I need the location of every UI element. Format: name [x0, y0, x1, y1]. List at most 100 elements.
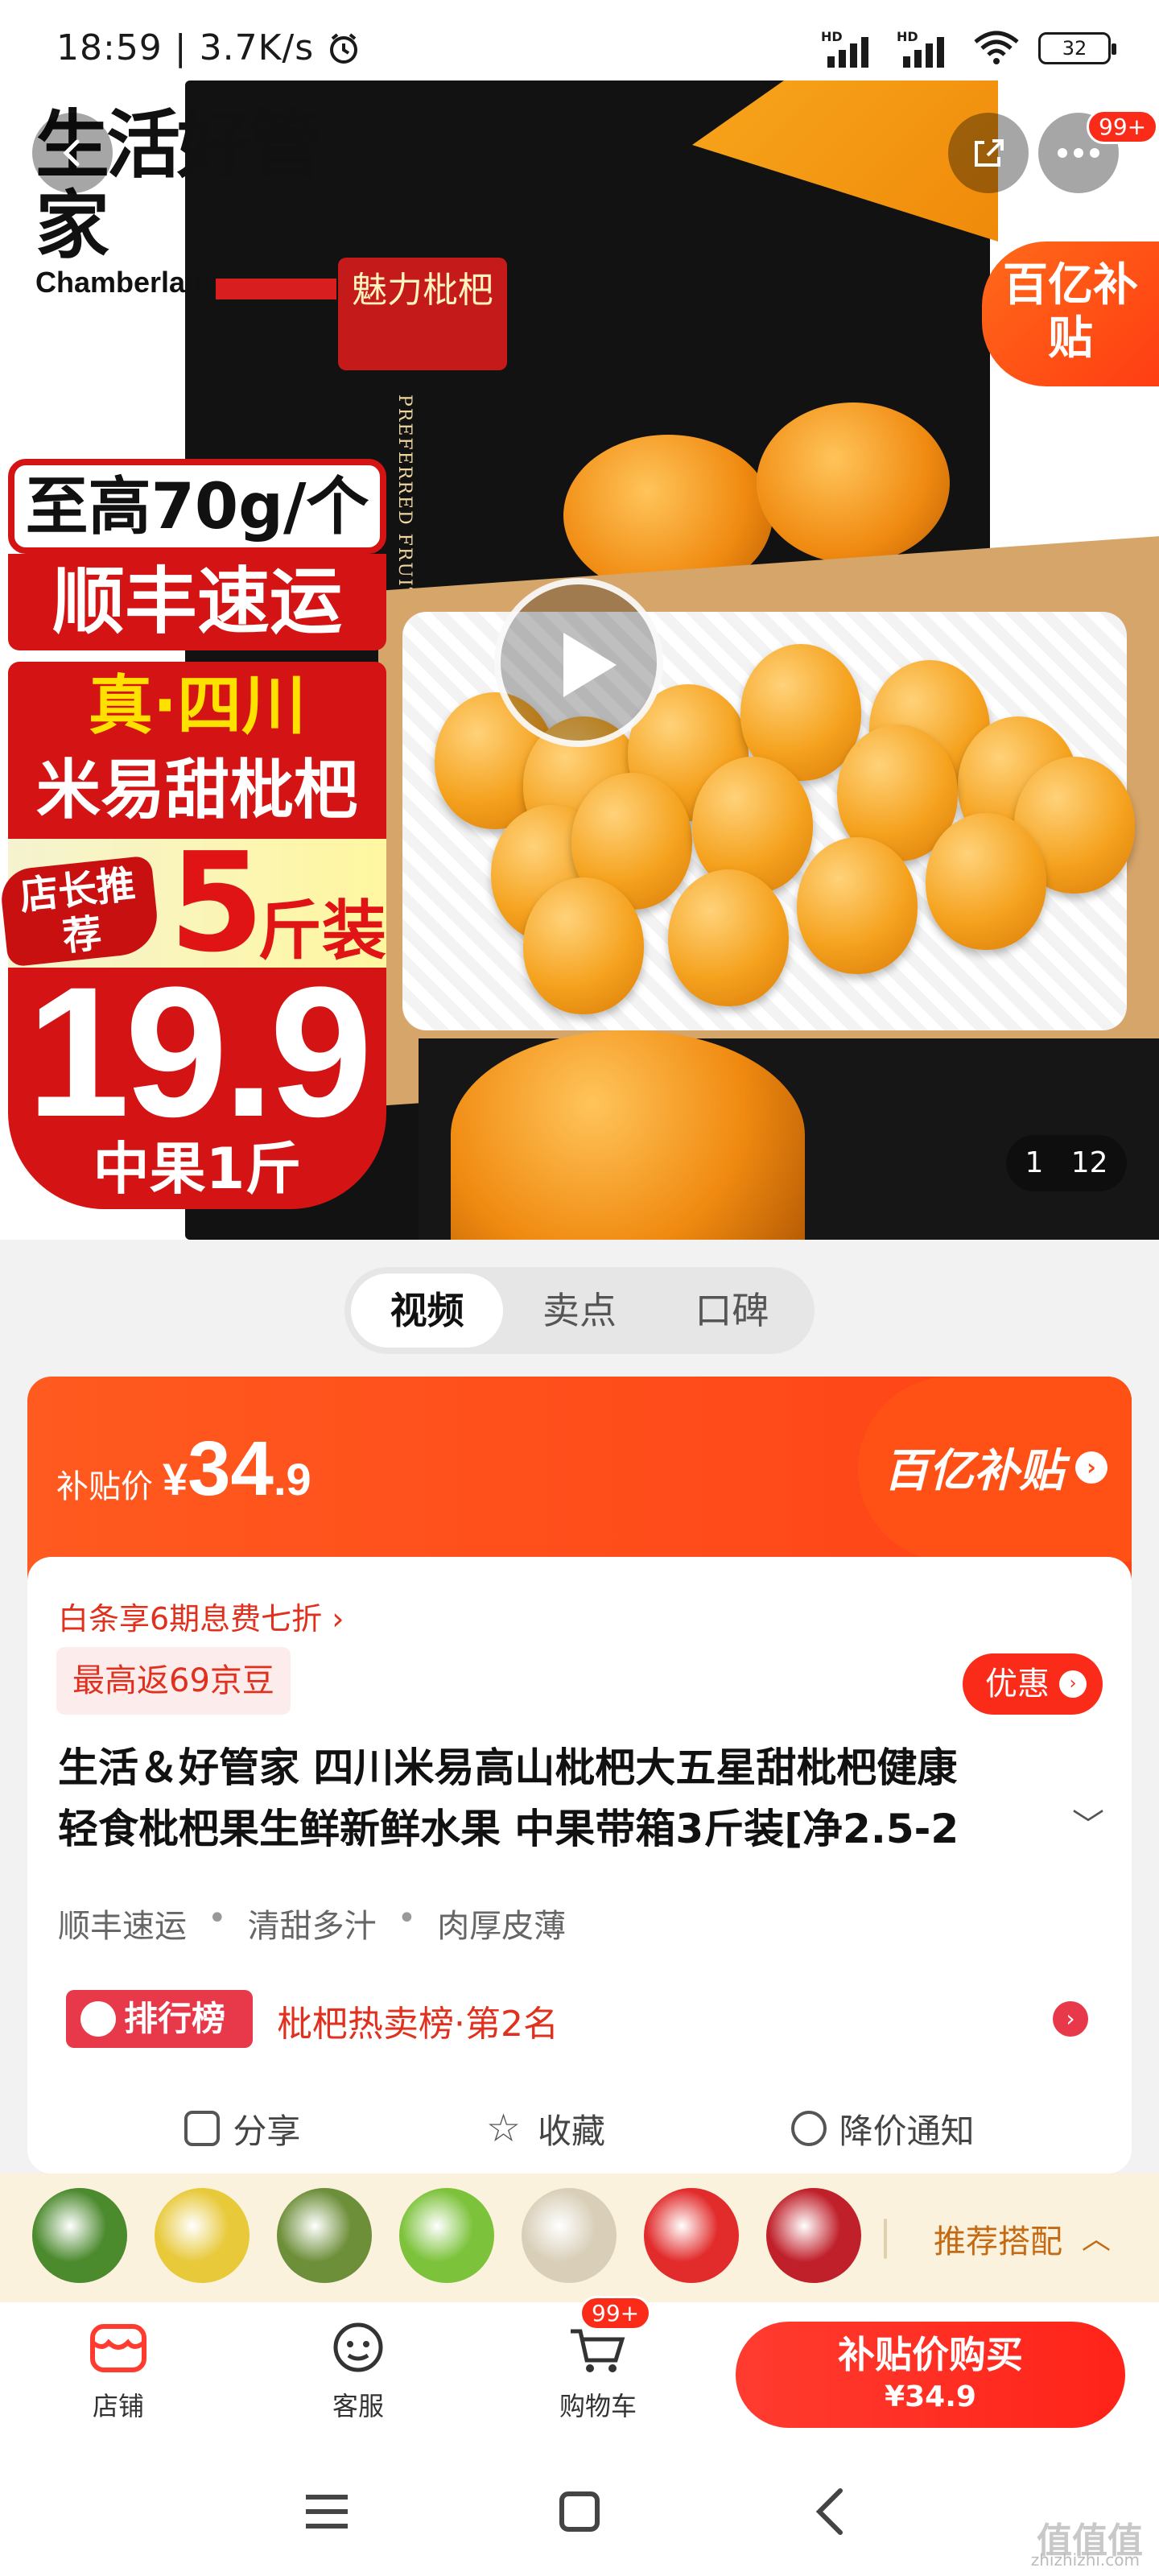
box-front-fruit: [451, 1030, 805, 1240]
recommend-thumb[interactable]: [277, 2188, 372, 2283]
recommend-thumb[interactable]: [522, 2188, 617, 2283]
recommend-thumb[interactable]: [399, 2188, 494, 2283]
tag-item: 肉厚皮薄: [437, 1908, 567, 1945]
promo-overlay: 至高70g/个 顺丰速运 真·四川 米易甜枇杷 店长推荐 5 斤装 19.9 中…: [0, 459, 386, 1209]
product-tags: 顺丰速运 • 清甜多汁 • 肉厚皮薄: [58, 1900, 566, 1946]
product-page: 魅力枇杷 PREFERRED FRUIT LOQUAT 生活好管家 Chambe…: [0, 0, 1159, 2576]
promo-weight-box: 店长推荐 5 斤装: [0, 831, 386, 976]
price-alert-action[interactable]: 降价通知: [790, 2096, 975, 2161]
share-action[interactable]: 分享: [184, 2096, 300, 2161]
favorite-action[interactable]: ☆ 收藏: [486, 2096, 605, 2161]
buy-button-price: ¥34.9: [885, 2380, 976, 2413]
ranking-badge: 排行榜: [66, 1990, 253, 2048]
share-icon: [184, 2111, 221, 2146]
coupon-label: 优惠: [985, 1666, 1050, 1703]
box-fruit-image: [757, 402, 950, 564]
recommend-label[interactable]: 推荐搭配: [934, 2215, 1062, 2262]
baitiao-promo-link[interactable]: 白条享6期息费七折 ›: [58, 1594, 344, 1638]
pager-total: 12: [1070, 1146, 1108, 1179]
ranking-row[interactable]: 排行榜 枇杷热卖榜·第2名 ›: [66, 1990, 1104, 2051]
promo-origin: 真·四川: [8, 662, 386, 750]
tag-separator: •: [397, 1900, 417, 1937]
chevron-right-icon: ›: [1053, 2001, 1088, 2037]
buy-now-button[interactable]: 补贴价购买 ¥34.9: [736, 2322, 1125, 2428]
shop-label: 店铺: [92, 2391, 144, 2421]
status-bar: 18:59 | 3.7K/s HD HD 32: [0, 0, 1159, 97]
tag-separator: •: [208, 1900, 227, 1937]
status-time-text: 18:59 | 3.7K/s: [56, 27, 315, 68]
message-count-badge: 99+: [1087, 109, 1159, 144]
recommend-thumb[interactable]: [32, 2188, 127, 2283]
coupon-button[interactable]: 优惠 ›: [963, 1653, 1103, 1715]
recommend-thumb[interactable]: [155, 2188, 250, 2283]
ranking-text: 枇杷热卖榜·第2名: [277, 2004, 559, 2045]
back-arrow-icon: [63, 139, 80, 167]
tag-item: 清甜多汁: [247, 1908, 377, 1945]
product-hero-image[interactable]: 魅力枇杷 PREFERRED FRUIT LOQUAT 生活好管家 Chambe…: [0, 0, 1159, 1240]
play-video-button[interactable]: [494, 578, 663, 747]
product-actions: 分享 ☆ 收藏 降价通知: [27, 2096, 1132, 2161]
jingdou-rebate-tag: 最高返69京豆: [56, 1647, 291, 1715]
chevron-up-icon: ︿: [1081, 2223, 1111, 2256]
promo-price-box: 19.9 中果1斤: [8, 948, 386, 1209]
favorite-label: 收藏: [537, 2111, 605, 2151]
subsidy-corner-badge: 百亿补贴: [982, 242, 1159, 386]
promo-weight-unit: 斤装: [258, 894, 386, 968]
loquat-fruit: [523, 877, 644, 1014]
loquat-fruit: [926, 813, 1046, 950]
service-label: 客服: [332, 2391, 384, 2421]
wifi-icon: [974, 31, 1019, 64]
cart-label: 购物车: [559, 2391, 637, 2421]
tab-video[interactable]: 视频: [351, 1274, 504, 1348]
media-tabs: 视频 卖点 口碑: [344, 1267, 815, 1354]
share-button[interactable]: [948, 113, 1029, 193]
recommend-thumb[interactable]: [644, 2188, 739, 2283]
status-icons: HD HD 32: [821, 29, 1116, 68]
cart-button[interactable]: 购物车: [538, 2320, 658, 2423]
divider: [884, 2219, 887, 2259]
brand-name-en: Chamberlain: [35, 266, 212, 299]
brand-red-bar: [216, 278, 337, 299]
product-title[interactable]: 生活＆好管家 四川米易高山枇杷大五星甜枇杷健康 轻食枇杷果生鲜新鲜水果 中果带箱…: [58, 1737, 1104, 1860]
signal-icon: HD: [821, 29, 879, 68]
more-dots-icon: [1058, 148, 1099, 158]
trophy-icon: [80, 2001, 116, 2037]
status-time: 18:59 | 3.7K/s: [56, 27, 361, 68]
subsidy-brand-text: 百亿补贴: [884, 1445, 1064, 1497]
customer-service-button[interactable]: 客服: [298, 2320, 419, 2423]
recommend-strip[interactable]: 推荐搭配 ︿: [0, 2174, 1159, 2302]
menu-icon[interactable]: [295, 2479, 359, 2544]
chat-icon: [326, 2320, 390, 2376]
cart-count-badge: 99+: [580, 2296, 652, 2330]
product-info-card: 补贴价 ¥34.9 百亿补贴 › 白条享6期息费七折 › 最高返69京豆 优惠 …: [27, 1377, 1132, 2174]
subsidy-brand-link[interactable]: 百亿补贴 ›: [884, 1435, 1107, 1500]
shop-button[interactable]: 店铺: [58, 2320, 179, 2423]
back-icon[interactable]: [800, 2479, 864, 2544]
loquat-fruit: [797, 837, 918, 974]
share-label: 分享: [233, 2111, 301, 2151]
back-button[interactable]: [32, 113, 113, 193]
price-alert-icon: [790, 2111, 827, 2146]
ranking-badge-label: 排行榜: [124, 1999, 226, 2038]
chevron-right-icon: ›: [1059, 1670, 1087, 1698]
home-icon[interactable]: [547, 2479, 612, 2544]
promo-shipping: 顺丰速运: [8, 554, 386, 650]
chevron-right-icon: ›: [1075, 1451, 1107, 1484]
promo-recommend-badge: 店长推荐: [0, 855, 161, 968]
recommend-thumb[interactable]: [766, 2188, 861, 2283]
star-icon: ☆: [485, 2106, 521, 2151]
promo-price: 19.9: [27, 948, 373, 1155]
subsidy-price-banner: 补贴价 ¥34.9 百亿补贴 ›: [27, 1377, 1132, 1586]
tag-item: 顺丰速运: [58, 1908, 187, 1945]
subsidy-price: ¥34.9: [163, 1425, 311, 1513]
alarm-icon: [330, 33, 358, 64]
signal-icon: HD: [897, 29, 955, 68]
tab-selling-points[interactable]: 卖点: [503, 1274, 655, 1348]
share-icon: [975, 139, 1004, 167]
subsidy-price-label: 补贴价: [56, 1468, 153, 1505]
expand-chevron-icon: ﹀: [1072, 1807, 1104, 1844]
system-nav-bar: [0, 2447, 1159, 2576]
watermark-url: zhizhizhi.com: [1030, 2550, 1140, 2570]
image-pager: 1 12: [1006, 1135, 1127, 1191]
tab-reviews[interactable]: 口碑: [656, 1274, 808, 1348]
